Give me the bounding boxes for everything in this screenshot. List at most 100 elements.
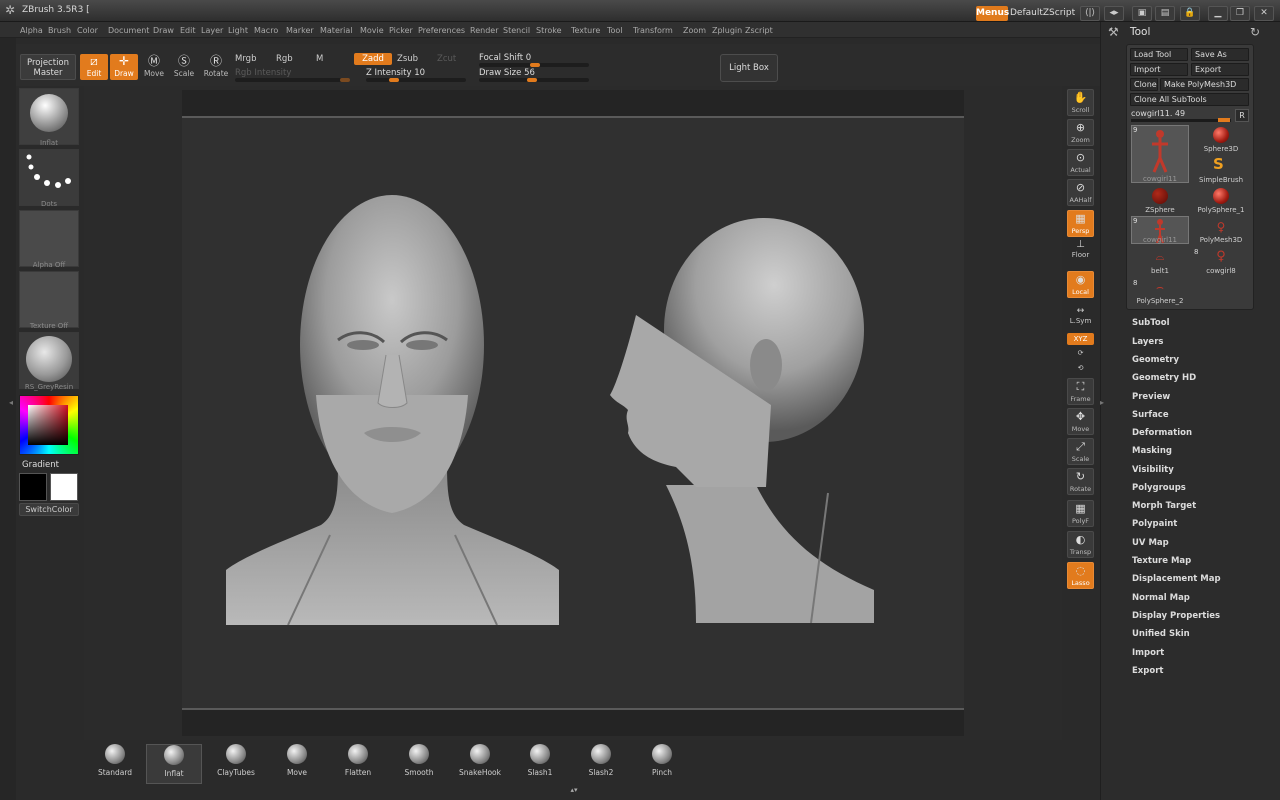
section-texture-map[interactable]: Texture Map	[1132, 556, 1191, 566]
polymesh3d-icon[interactable]: ♀	[1213, 220, 1229, 234]
brush-standard[interactable]: Standard	[87, 744, 143, 784]
menu-material[interactable]: Material	[320, 26, 353, 35]
default-zscript-label[interactable]: DefaultZScript	[1010, 6, 1075, 21]
section-layers[interactable]: Layers	[1132, 337, 1163, 347]
zsub-button[interactable]: Zsub	[397, 54, 418, 65]
rgb-button[interactable]: Rgb	[276, 54, 293, 65]
z-intensity-knob[interactable]	[389, 78, 399, 82]
simplebrush-icon[interactable]: S	[1213, 156, 1229, 172]
belt1-icon[interactable]: ⌓	[1150, 250, 1170, 263]
brush-inflat[interactable]: Inflat	[146, 744, 202, 784]
section-displacement-map[interactable]: Displacement Map	[1132, 574, 1221, 584]
local-button[interactable]: ◉ Local	[1067, 271, 1094, 298]
brush-slash1[interactable]: Slash1	[512, 744, 568, 784]
make-polymesh-button[interactable]: Make PolyMesh3D	[1160, 78, 1249, 91]
menu-render[interactable]: Render	[470, 26, 498, 35]
section-geometry[interactable]: Geometry	[1132, 355, 1179, 365]
menu-brush[interactable]: Brush	[48, 26, 71, 35]
material-thumb[interactable]	[19, 332, 79, 389]
menu-preferences[interactable]: Preferences	[418, 26, 465, 35]
zscript-record-icon[interactable]: ⟨|⟩	[1080, 6, 1100, 21]
section-surface[interactable]: Surface	[1132, 410, 1169, 420]
light-box-button[interactable]: Light Box	[720, 54, 778, 82]
simplebrush-label[interactable]: SimpleBrush	[1192, 176, 1250, 184]
texture-thumb[interactable]	[19, 271, 79, 328]
switch-color-button[interactable]: SwitchColor	[19, 503, 79, 516]
cowgirl8-label[interactable]: cowgirl8	[1192, 267, 1250, 275]
close-icon[interactable]: ✕	[1254, 6, 1274, 21]
brush-slash2[interactable]: Slash2	[573, 744, 629, 784]
refresh-icon[interactable]: ↻	[1250, 25, 1260, 39]
menu-stencil[interactable]: Stencil	[503, 26, 530, 35]
rgb-intensity-knob[interactable]	[340, 78, 350, 82]
front-head-render[interactable]	[226, 195, 559, 625]
zscript-arrows-icon[interactable]: ◂▸	[1104, 6, 1124, 21]
polysphere2-label[interactable]: PolySphere_2	[1131, 297, 1189, 305]
brush-pinch[interactable]: Pinch	[634, 744, 690, 784]
secondary-color-swatch[interactable]	[50, 473, 78, 501]
sphere3d-icon[interactable]	[1213, 127, 1229, 143]
section-display-properties[interactable]: Display Properties	[1132, 611, 1220, 621]
menu-texture[interactable]: Texture	[571, 26, 600, 35]
clone-all-subtools-button[interactable]: Clone All SubTools	[1130, 93, 1249, 106]
layout-icon[interactable]: ▣	[1132, 6, 1152, 21]
section-polypaint[interactable]: Polypaint	[1132, 519, 1177, 529]
polysphere1-icon[interactable]	[1213, 188, 1229, 204]
projection-master-button[interactable]: Projection Master	[20, 54, 76, 80]
section-polygroups[interactable]: Polygroups	[1132, 483, 1186, 493]
left-edge-tray[interactable]	[0, 38, 16, 800]
section-morph-target[interactable]: Morph Target	[1132, 501, 1196, 511]
cowgirl8-icon[interactable]: ♀	[1213, 249, 1229, 265]
minimize-icon[interactable]: ▁	[1208, 6, 1228, 21]
section-normal-map[interactable]: Normal Map	[1132, 593, 1190, 603]
menu-macro[interactable]: Macro	[254, 26, 278, 35]
section-visibility[interactable]: Visibility	[1132, 465, 1174, 475]
tool-slider-label[interactable]: cowgirl11. 49	[1131, 109, 1185, 118]
draw-button[interactable]: ✛ Draw	[110, 54, 138, 80]
menu-draw[interactable]: Draw	[153, 26, 174, 35]
left-tray-arrow-icon[interactable]: ◂	[9, 398, 13, 407]
belt1-label[interactable]: belt1	[1131, 267, 1189, 275]
color-picker-square[interactable]	[28, 405, 68, 445]
brush-claytubes[interactable]: ClayTubes	[208, 744, 264, 784]
layout2-icon[interactable]: ▤	[1155, 6, 1175, 21]
scale-button[interactable]: Ⓢ Scale	[170, 54, 198, 80]
menu-zplugin[interactable]: Zplugin	[712, 26, 742, 35]
right-tray-arrow-icon[interactable]: ▸	[1100, 398, 1104, 407]
menu-edit[interactable]: Edit	[180, 26, 196, 35]
section-uv-map[interactable]: UV Map	[1132, 538, 1169, 548]
m-button[interactable]: M	[316, 54, 323, 65]
menu-movie[interactable]: Movie	[360, 26, 384, 35]
brush-flatten[interactable]: Flatten	[330, 744, 386, 784]
gradient-label[interactable]: Gradient	[22, 460, 59, 470]
scroll-button[interactable]: ✋ Scroll	[1067, 89, 1094, 116]
polymesh3d-label[interactable]: PolyMesh3D	[1192, 236, 1250, 244]
brush-snakehook[interactable]: SnakeHook	[452, 744, 508, 784]
menus-button[interactable]: Menus	[976, 6, 1009, 21]
xyz-button[interactable]: XYZ	[1067, 333, 1094, 345]
import-button[interactable]: Import	[1130, 63, 1188, 76]
zsphere-icon[interactable]	[1152, 188, 1168, 204]
brush-thumb[interactable]	[19, 88, 79, 145]
brush-move[interactable]: Move	[269, 744, 325, 784]
zsphere-label[interactable]: ZSphere	[1131, 206, 1189, 214]
move-button[interactable]: Ⓜ Move	[140, 54, 168, 80]
actual-button[interactable]: ⊙ Actual	[1067, 149, 1094, 176]
section-masking[interactable]: Masking	[1132, 446, 1172, 456]
rotate-axis2-icon[interactable]: ⟲	[1067, 362, 1094, 374]
focal-shift-knob[interactable]	[530, 63, 540, 67]
section-subtool[interactable]: SubTool	[1132, 318, 1170, 328]
side-head-render[interactable]	[606, 205, 874, 623]
lsym-button[interactable]: ↔ L.Sym	[1067, 306, 1094, 328]
section-deformation[interactable]: Deformation	[1132, 428, 1192, 438]
load-tool-button[interactable]: Load Tool	[1130, 48, 1188, 61]
tool-slider[interactable]	[1131, 119, 1231, 122]
mrgb-button[interactable]: Mrgb	[235, 54, 256, 65]
tool-r-button[interactable]: R	[1235, 109, 1249, 122]
restore-icon[interactable]: ❐	[1230, 6, 1250, 21]
rotate-axis-icon[interactable]: ⟳	[1067, 347, 1094, 359]
alpha-thumb[interactable]	[19, 210, 79, 267]
polyf-button[interactable]: ▦ PolyF	[1067, 500, 1094, 527]
transp-button[interactable]: ◐ Transp	[1067, 531, 1094, 558]
section-geometry-hd[interactable]: Geometry HD	[1132, 373, 1196, 383]
